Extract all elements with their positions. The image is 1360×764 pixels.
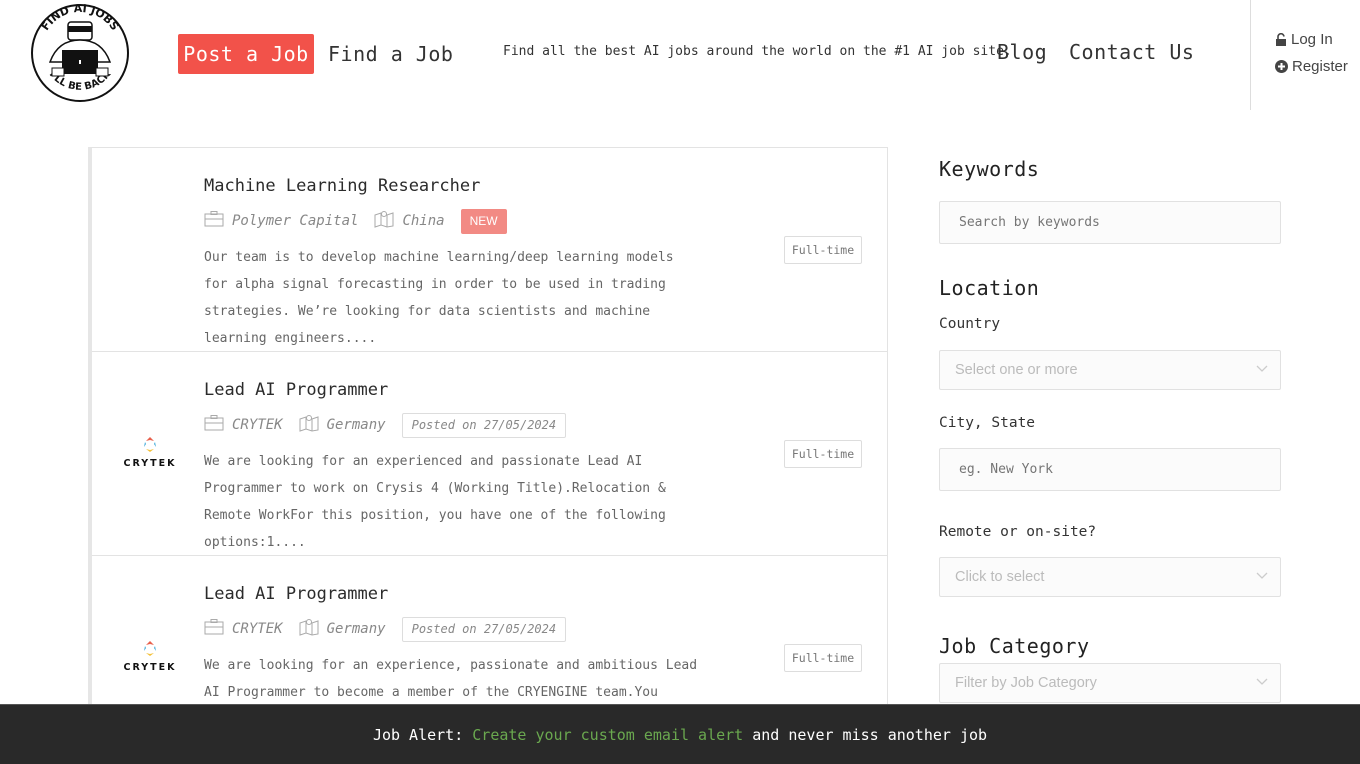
- city-state-label: City, State: [939, 415, 1036, 431]
- job-category-select-placeholder: Filter by Job Category: [955, 675, 1097, 691]
- job-type-tag[interactable]: Full-time: [784, 236, 862, 264]
- svg-text:CRYTEK: CRYTEK: [124, 458, 177, 469]
- job-meta: CRYTEK Germany Posted on 27/05/2024: [204, 412, 567, 438]
- post-job-button[interactable]: Post a Job: [178, 34, 314, 74]
- site-logo[interactable]: FIND AI JOBS I'LL BE BACK: [28, 2, 132, 108]
- job-title[interactable]: Lead AI Programmer: [204, 584, 388, 604]
- chevron-down-icon: [1256, 572, 1268, 579]
- job-type-tag[interactable]: Full-time: [784, 440, 862, 468]
- nav-blog[interactable]: Blog: [997, 34, 1047, 70]
- job-company: CRYTEK: [232, 621, 283, 637]
- header-divider: [1250, 0, 1251, 110]
- job-category-select[interactable]: Filter by Job Category: [939, 663, 1281, 703]
- posted-date-badge: Posted on 27/05/2024: [401, 412, 567, 438]
- job-location: Germany: [326, 621, 386, 637]
- posted-date-badge: Posted on 27/05/2024: [401, 616, 567, 642]
- job-description: We are looking for an experienced and pa…: [204, 454, 666, 550]
- crytek-logo-icon: CRYTEK: [124, 641, 177, 673]
- job-location: Germany: [326, 417, 386, 433]
- country-select[interactable]: Select one or more: [939, 350, 1281, 390]
- job-type-tag[interactable]: Full-time: [784, 644, 862, 672]
- country-label: Country: [939, 316, 1001, 332]
- company-logo[interactable]: CRYTEK: [118, 436, 182, 472]
- nav-contact-us[interactable]: Contact Us: [1069, 34, 1194, 70]
- job-category-heading: Job Category: [939, 634, 1090, 658]
- company-logo[interactable]: CRYTEK: [118, 640, 182, 676]
- location-heading: Location: [939, 276, 1040, 300]
- job-alert-suffix: and never miss another job: [752, 726, 988, 744]
- site-header: FIND AI JOBS I'LL BE BACK Post a Job Fin…: [0, 0, 1360, 110]
- job-alert-prefix: Job Alert:: [372, 726, 464, 744]
- job-meta: CRYTEK Germany Posted on 27/05/2024: [204, 616, 567, 642]
- unlock-icon: [1276, 33, 1286, 46]
- job-company: Polymer Capital: [232, 213, 359, 229]
- register-label: Register: [1292, 58, 1348, 75]
- country-select-placeholder: Select one or more: [955, 362, 1078, 378]
- nav-find-job[interactable]: Find a Job: [328, 34, 453, 74]
- job-title[interactable]: Machine Learning Researcher: [204, 176, 480, 196]
- create-email-alert-link[interactable]: Create your custom email alert: [472, 726, 743, 744]
- crytek-logo-icon: CRYTEK: [124, 437, 177, 469]
- chevron-down-icon: [1256, 678, 1268, 685]
- login-link[interactable]: Log In: [1275, 31, 1333, 48]
- job-alert-bar: Job Alert: Create your custom email aler…: [0, 704, 1360, 764]
- site-tagline: Find all the best AI jobs around the wor…: [503, 44, 1012, 59]
- job-card[interactable]: CRYTEK Lead AI Programmer CRYTEK Germany…: [92, 352, 887, 556]
- svg-text:CRYTEK: CRYTEK: [124, 662, 177, 673]
- keywords-search-input[interactable]: [939, 201, 1281, 244]
- city-state-input[interactable]: [939, 448, 1281, 491]
- job-location: China: [402, 213, 445, 229]
- login-label: Log In: [1291, 31, 1333, 48]
- job-meta: Polymer Capital China NEW: [204, 208, 507, 234]
- register-link[interactable]: Register: [1275, 58, 1348, 75]
- job-title[interactable]: Lead AI Programmer: [204, 380, 388, 400]
- briefcase-icon: [204, 415, 224, 435]
- map-icon: [299, 618, 319, 640]
- remote-label: Remote or on-site?: [939, 524, 1097, 540]
- job-description: Our team is to develop machine learning/…: [204, 250, 674, 346]
- job-card[interactable]: Machine Learning Researcher Polymer Capi…: [92, 148, 887, 352]
- plus-circle-icon: [1275, 60, 1288, 73]
- remote-select-placeholder: Click to select: [955, 569, 1045, 585]
- remote-select[interactable]: Click to select: [939, 557, 1281, 597]
- chevron-down-icon: [1256, 365, 1268, 372]
- new-badge: NEW: [460, 208, 507, 234]
- job-company: CRYTEK: [232, 417, 283, 433]
- job-list: Machine Learning Researcher Polymer Capi…: [88, 147, 888, 764]
- briefcase-icon: [204, 619, 224, 639]
- map-icon: [299, 414, 319, 436]
- briefcase-icon: [204, 211, 224, 231]
- terminator-logo-icon: FIND AI JOBS I'LL BE BACK: [31, 2, 129, 102]
- keywords-heading: Keywords: [939, 157, 1040, 181]
- map-icon: [374, 210, 394, 232]
